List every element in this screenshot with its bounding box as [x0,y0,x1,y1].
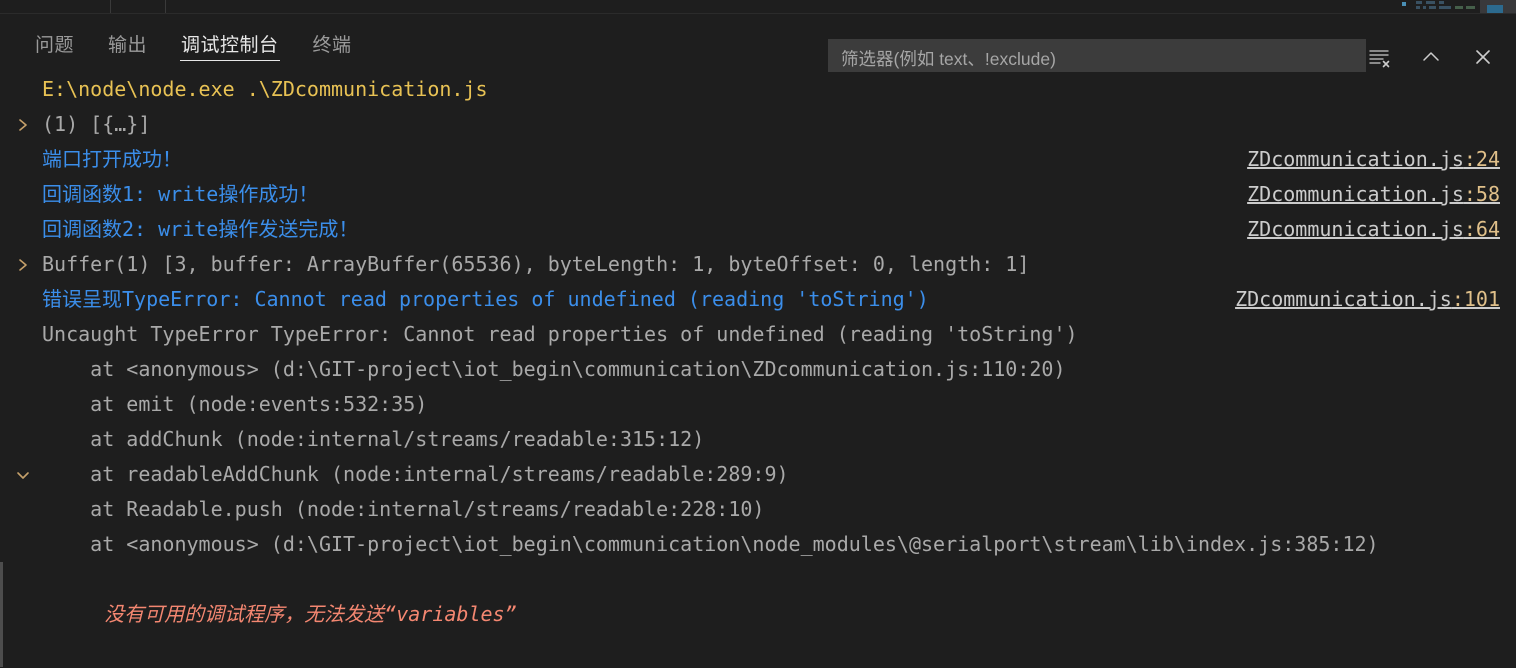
debug-console-output[interactable]: E:\node\node.exe .\ZDcommunication.js (1)… [0,72,1516,668]
console-line-text: at addChunk (node:internal/streams/reada… [42,427,705,451]
console-line: 回调函数2: write操作发送完成！ ZDcommunication.js:64 [0,212,1516,247]
tab-problems[interactable]: 问题 [18,14,91,72]
console-line: 错误呈现TypeError: Cannot read properties of… [0,282,1516,317]
panel-tabs: 问题 输出 调试控制台 终端 [18,14,369,72]
panel-header: 问题 输出 调试控制台 终端 [0,14,1516,79]
tab-label: 输出 [108,34,148,56]
console-line-text: at <anonymous> (d:\GIT-project\iot_begin… [42,532,1379,556]
chevron-down-icon[interactable] [13,457,33,492]
source-link-line: :101 [1451,287,1500,311]
tab-label: 调试控制台 [181,34,279,56]
console-line: at Readable.push (node:internal/streams/… [0,492,1516,527]
chevron-right-icon[interactable] [13,107,33,142]
console-line: at emit (node:events:532:35) [0,387,1516,422]
console-line: at <anonymous> (d:\GIT-project\iot_begin… [0,352,1516,387]
tab-output[interactable]: 输出 [91,14,164,72]
console-line-text: Buffer(1) [3, buffer: ArrayBuffer(65536)… [42,252,1030,276]
console-warning-text: 没有可用的调试程序，无法发送“variables” [104,602,517,626]
tab-label: 问题 [35,34,75,56]
console-warning-row: 没有可用的调试程序，无法发送“variables” [0,562,1516,667]
console-line: at addChunk (node:internal/streams/reada… [0,422,1516,457]
clear-console-icon[interactable] [1364,42,1394,72]
editor-scrollbar-thumb[interactable] [1487,5,1503,13]
console-line-text: 回调函数2: write操作发送完成！ [42,217,359,241]
console-line-text: 端口打开成功！ [42,147,182,171]
console-line-text: at readableAddChunk (node:internal/strea… [42,462,789,486]
chevron-right-icon[interactable] [13,247,33,282]
console-line-text: Uncaught TypeError TypeError: Cannot rea… [42,322,1078,346]
editor-code-line: 54var d = data[0]; [0,0,1516,13]
source-link-line: :58 [1463,182,1500,206]
console-line: 回调函数1: write操作成功！ ZDcommunication.js:58 [0,177,1516,212]
source-link[interactable]: ZDcommunication.js:58 [1247,177,1500,212]
source-link-file: ZDcommunication.js [1247,182,1464,206]
panel-header-actions [1364,42,1498,72]
console-line: at readableAddChunk (node:internal/strea… [0,457,1516,492]
console-line-text: 错误呈现TypeError: Cannot read properties of… [42,287,929,311]
source-link-file: ZDcommunication.js [1235,287,1452,311]
source-link[interactable]: ZDcommunication.js:24 [1247,142,1500,177]
console-line-text: at <anonymous> (d:\GIT-project\iot_begin… [42,357,1066,381]
console-rows: E:\node\node.exe .\ZDcommunication.js (1)… [0,72,1516,562]
source-link[interactable]: ZDcommunication.js:101 [1235,282,1500,317]
source-link-file: ZDcommunication.js [1247,217,1464,241]
console-line-text: at emit (node:events:532:35) [42,392,428,416]
console-line: Buffer(1) [3, buffer: ArrayBuffer(65536)… [0,247,1516,282]
source-link[interactable]: ZDcommunication.js:64 [1247,212,1500,247]
tab-label: 终端 [312,34,352,56]
source-link-file: ZDcommunication.js [1247,147,1464,171]
console-line: at <anonymous> (d:\GIT-project\iot_begin… [0,527,1516,562]
console-line-text: at Readable.push (node:internal/streams/… [42,497,765,521]
console-line: E:\node\node.exe .\ZDcommunication.js [0,72,1516,107]
editor-sliver: 54var d = data[0]; [0,0,1516,14]
tab-terminal[interactable]: 终端 [296,14,369,72]
console-line: Uncaught TypeError TypeError: Cannot rea… [0,317,1516,352]
console-line-text: E:\node\node.exe .\ZDcommunication.js [42,77,488,101]
editor-minimap[interactable] [1398,0,1516,13]
console-line-text: 回调函数1: write操作成功！ [42,182,319,206]
console-line-text: (1) [{…}] [42,112,151,136]
source-link-line: :24 [1463,147,1500,171]
chevron-up-icon[interactable] [1416,42,1446,72]
console-line: 端口打开成功！ ZDcommunication.js:24 [0,142,1516,177]
close-icon[interactable] [1468,42,1498,72]
console-line: (1) [{…}] [0,107,1516,142]
source-link-line: :64 [1463,217,1500,241]
tab-debug-console[interactable]: 调试控制台 [164,14,296,72]
